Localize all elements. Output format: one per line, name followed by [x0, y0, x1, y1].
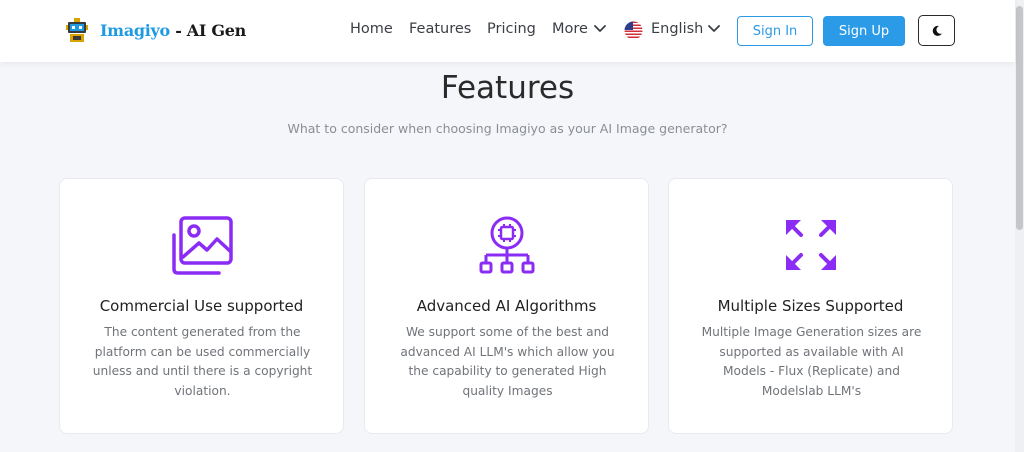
brand-suffix: - AI Gen	[169, 20, 246, 40]
features-subtitle: What to consider when choosing Imagiyo a…	[287, 121, 728, 136]
robot-logo-icon	[66, 18, 88, 42]
moon-icon	[932, 25, 942, 36]
nav-pricing-link[interactable]: Pricing	[487, 21, 536, 37]
scrollbar-thumb[interactable]	[1016, 6, 1023, 230]
feature-card-commercial-use: Commercial Use supported The content gen…	[59, 178, 344, 434]
images-icon	[171, 216, 233, 275]
feature-card-description: The content generated from the platform …	[92, 325, 313, 398]
us-flag-icon	[624, 21, 643, 40]
nav-home-link[interactable]: Home	[350, 21, 393, 37]
language-chevron-down-icon[interactable]	[708, 25, 720, 33]
feature-card-title: Advanced AI Algorithms	[416, 297, 597, 315]
sign-up-button[interactable]: Sign Up	[823, 16, 905, 46]
expand-arrows-icon	[785, 220, 836, 270]
language-selector[interactable]: English	[651, 21, 703, 37]
chevron-down-icon[interactable]	[594, 25, 606, 33]
nav-more-dropdown[interactable]: More	[552, 21, 588, 37]
feature-card-ai-algorithms: Advanced AI Algorithms We support some o…	[364, 178, 649, 434]
features-heading: Features	[440, 70, 575, 106]
brand-logo-link[interactable]: Imagiyo - AI Gen	[66, 18, 246, 42]
feature-card-multiple-sizes: Multiple Sizes Supported Multiple Image …	[668, 178, 953, 434]
cpu-network-icon	[479, 216, 534, 274]
feature-card-description: We support some of the best and advanced…	[400, 325, 615, 398]
feature-card-title: Commercial Use supported	[99, 297, 304, 315]
feature-card-title: Multiple Sizes Supported	[717, 297, 904, 315]
sign-in-button[interactable]: Sign In	[737, 16, 813, 46]
theme-toggle-button[interactable]	[918, 15, 955, 46]
feature-card-description: Multiple Image Generation sizes are supp…	[701, 325, 922, 398]
nav-features-link[interactable]: Features	[409, 21, 471, 37]
brand-name: Imagiyo	[100, 20, 170, 40]
top-navbar: Imagiyo - AI Gen Home Features Pricing M…	[0, 0, 1015, 62]
